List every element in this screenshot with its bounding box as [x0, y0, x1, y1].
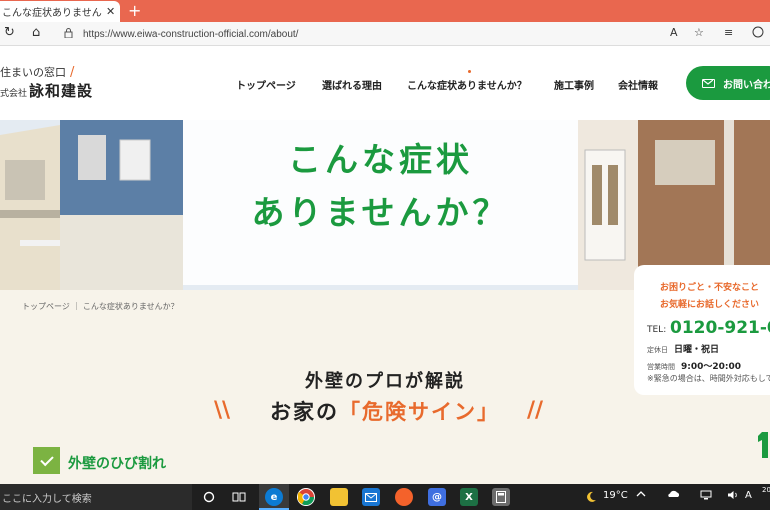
hero-title-line1: こんな症状: [288, 140, 473, 179]
calculator-icon[interactable]: [492, 488, 510, 506]
tel-label: TEL:: [647, 325, 667, 335]
logo-tagline[interactable]: 住まいの窓口 /: [0, 64, 74, 80]
home-icon[interactable]: ⌂: [32, 25, 40, 40]
file-explorer-icon[interactable]: [330, 488, 348, 506]
cortana-icon[interactable]: [200, 488, 218, 506]
network-icon[interactable]: [700, 490, 712, 503]
new-tab-button[interactable]: +: [128, 2, 141, 20]
tel-number[interactable]: 0120-921-0: [670, 318, 770, 338]
app-icon-orange[interactable]: [395, 488, 413, 506]
nav-company[interactable]: 会社情報: [618, 77, 658, 92]
slash-decoration-right: //: [527, 398, 544, 423]
nav-reasons[interactable]: 選ばれる理由: [322, 77, 382, 92]
profile-icon[interactable]: [752, 26, 764, 41]
section-subtitle: 外壁のプロが解説: [305, 371, 465, 392]
edge-icon[interactable]: e: [265, 488, 283, 506]
company-name: 詠和建設: [29, 82, 94, 100]
url-field[interactable]: https://www.eiwa-construction-official.c…: [58, 24, 678, 44]
weather-moon-icon[interactable]: [582, 488, 600, 506]
clock-date[interactable]: 20: [762, 486, 770, 494]
tab-close-icon[interactable]: ✕: [106, 5, 115, 18]
nav-works[interactable]: 施工事例: [554, 77, 594, 92]
at-app-icon[interactable]: @: [428, 488, 446, 506]
contact-panel-line2: お気軽にお話しください: [660, 300, 760, 310]
logo-slash: /: [70, 65, 75, 80]
mail-icon: [702, 78, 715, 88]
site-header: 住まいの窓口 / 式会社 詠和建設 トップページ 選ばれる理由 こんな症状ありませ…: [0, 46, 770, 120]
section-title-highlight: 「危険サイン」: [339, 400, 500, 424]
logo-tagline-text: 住まいの窓口: [0, 66, 66, 79]
nav-current-indicator: [468, 70, 471, 73]
url-text: https://www.eiwa-construction-official.c…: [83, 28, 299, 40]
check-icon: [33, 447, 60, 474]
browser-tab-bar: こんな症状ありませんか？ | 住宅に関 ✕ +: [0, 0, 770, 22]
reload-icon[interactable]: ↻: [4, 25, 15, 40]
section-title: お家の「危険サイン」: [0, 396, 770, 426]
nav-top[interactable]: トップページ: [236, 77, 296, 92]
holiday-label: 定休日: [647, 346, 668, 354]
ime-indicator[interactable]: A: [745, 490, 752, 501]
logo-prefix: 式会社: [0, 89, 28, 99]
taskbar-search[interactable]: ここに入力して検索: [0, 484, 192, 510]
holiday-row: 定休日 日曜・祝日: [647, 342, 719, 355]
volume-icon[interactable]: [727, 490, 739, 503]
tab-title: こんな症状ありませんか？ | 住宅に関: [2, 8, 102, 19]
favorite-icon[interactable]: ☆: [694, 26, 704, 39]
contact-button[interactable]: お問い合わせ: [686, 66, 770, 100]
browser-tab-active[interactable]: こんな症状ありませんか？ | 住宅に関 ✕: [0, 1, 120, 22]
symptom-item-title: 外壁のひび割れ: [68, 456, 166, 472]
chrome-icon[interactable]: [297, 488, 315, 506]
breadcrumb[interactable]: トップページ ｜ こんな症状ありませんか？: [22, 301, 179, 312]
company-logo[interactable]: 式会社 詠和建設: [0, 80, 93, 101]
collections-icon[interactable]: ≡: [724, 26, 733, 39]
address-bar-row: ↻ ⌂ https://www.eiwa-construction-offici…: [0, 22, 770, 46]
task-view-icon[interactable]: [230, 488, 248, 506]
read-aloud-icon[interactable]: A: [670, 26, 678, 39]
contact-panel-line1: お困りごと・不安なこと: [660, 283, 760, 293]
weather-temperature[interactable]: 19°C: [603, 490, 628, 501]
side-number-decoration: [758, 432, 768, 458]
chevron-up-icon[interactable]: [636, 490, 646, 501]
holiday-value: 日曜・祝日: [674, 345, 720, 355]
mail-app-icon[interactable]: [362, 488, 380, 506]
contact-button-label: お問い合わせ: [723, 79, 770, 91]
excel-icon[interactable]: X: [460, 488, 478, 506]
lock-icon: [64, 27, 73, 41]
nav-symptoms[interactable]: こんな症状ありませんか？: [407, 77, 527, 92]
hero-title-line2: ありませんか？: [251, 193, 510, 232]
section-title-pre: お家の: [270, 400, 339, 424]
windows-taskbar: ここに入力して検索 e @ X 19°C A 20: [0, 484, 770, 510]
onedrive-icon[interactable]: [666, 490, 680, 501]
